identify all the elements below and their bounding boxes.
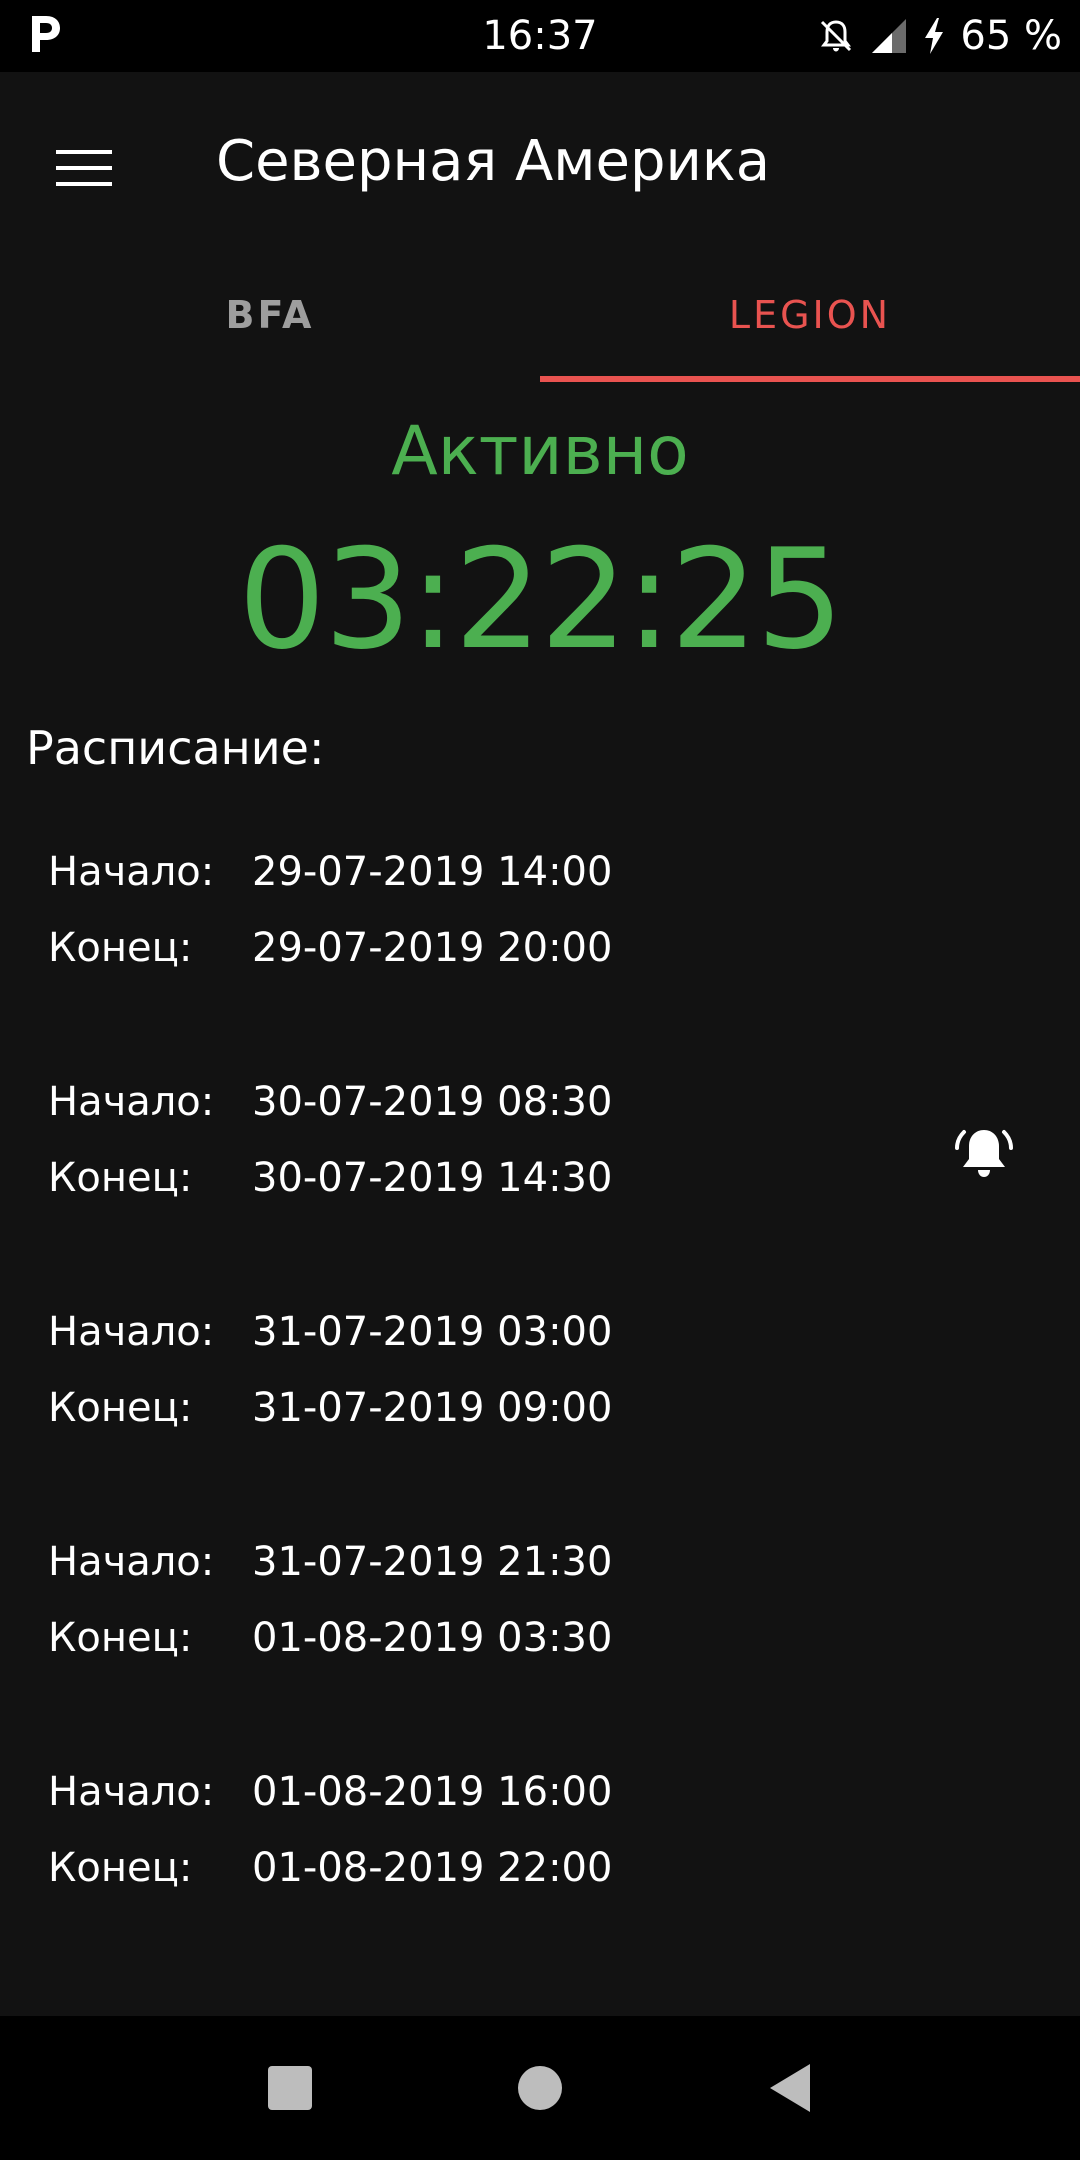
schedule-entry: Начало: 31-07-2019 03:00 Конец: 31-07-20… [0,1302,1080,1532]
end-label: Конец: [48,1845,193,1891]
home-circle-icon[interactable] [508,2056,572,2120]
end-label: Конец: [48,925,193,971]
end-value: 31-07-2019 09:00 [252,1385,613,1431]
countdown-timer: 03:22:25 [238,519,844,680]
hamburger-menu-icon [56,150,112,186]
schedule-entry: Начало: 29-07-2019 14:00 Конец: 29-07-20… [0,842,1080,1072]
tab-bfa[interactable]: BFA [0,248,540,382]
start-label: Начало: [48,1079,215,1125]
app-screen: Северная Америка BFA LEGION Активно 03:2… [0,72,1080,2016]
recents-square-icon[interactable] [258,2056,322,2120]
tab-legion[interactable]: LEGION [540,248,1080,382]
start-value: 31-07-2019 03:00 [252,1309,613,1355]
start-label: Начало: [48,1309,215,1355]
schedule-entry: Начало: 30-07-2019 08:30 Конец: 30-07-20… [0,1072,1080,1302]
signal-icon [870,17,908,55]
end-value: 29-07-2019 20:00 [252,925,613,971]
tab-selected-indicator [540,376,1080,382]
tab-bar: BFA LEGION [0,248,1080,382]
end-value: 01-08-2019 22:00 [252,1845,613,1891]
schedule-entry: Начало: 01-08-2019 16:00 Конец: 01-08-20… [0,1762,1080,1992]
schedule-heading: Расписание: [26,721,325,775]
page-title: Северная Америка [216,129,771,194]
start-value: 31-07-2019 21:30 [252,1539,613,1585]
notifications-off-icon [816,16,856,56]
schedule-entry: Начало: 31-07-2019 21:30 Конец: 01-08-20… [0,1532,1080,1762]
charging-icon [922,16,946,56]
app-bar: Северная Америка [0,72,1080,248]
alarm-bell-icon[interactable] [952,1122,1016,1186]
start-label: Начало: [48,849,215,895]
end-label: Конец: [48,1385,193,1431]
start-label: Начало: [48,1769,215,1815]
battery-percentage: 65 % [960,13,1062,59]
start-value: 29-07-2019 14:00 [252,849,613,895]
status-bar: 16:37 65 % [0,0,1080,72]
navigation-bar [0,2016,1080,2160]
start-value: 01-08-2019 16:00 [252,1769,613,1815]
start-value: 30-07-2019 08:30 [252,1079,613,1125]
end-label: Конец: [48,1155,193,1201]
menu-button[interactable] [42,126,126,210]
status-icons: 65 % [816,12,1062,60]
start-label: Начало: [48,1539,215,1585]
end-label: Конец: [48,1615,193,1661]
back-triangle-icon[interactable] [758,2056,822,2120]
end-value: 01-08-2019 03:30 [252,1615,613,1661]
end-value: 30-07-2019 14:30 [252,1155,613,1201]
event-status: Активно [391,412,689,491]
